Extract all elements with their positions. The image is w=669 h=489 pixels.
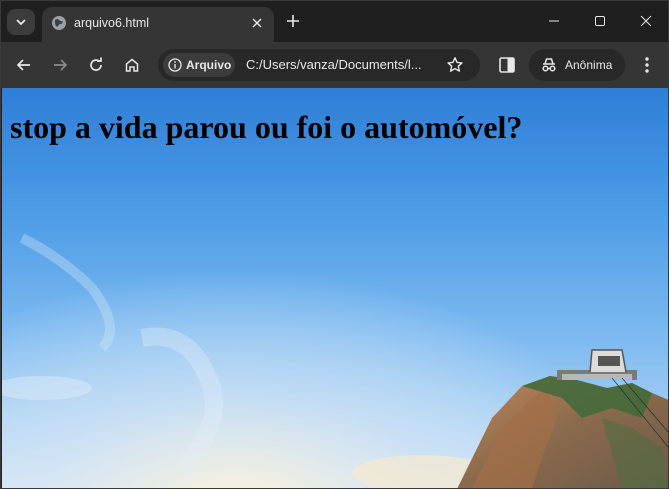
url-text[interactable]: C:/Users/vanza/Documents/l... (246, 57, 436, 72)
incognito-profile-button[interactable]: Anônima (529, 49, 625, 81)
tab-search-button[interactable] (7, 9, 35, 35)
window-close-icon (640, 15, 652, 27)
tab-strip: arquivo6.html (1, 1, 668, 42)
globe-icon (52, 16, 66, 30)
kebab-menu-icon[interactable] (637, 54, 657, 76)
star-icon[interactable] (446, 56, 464, 74)
minimize-icon (549, 20, 559, 22)
browser-window: arquivo6.html Arquivo C:/Users/vanza/Doc… (0, 0, 669, 489)
info-icon (168, 58, 182, 72)
plus-icon[interactable] (284, 12, 302, 30)
side-panel-icon[interactable] (496, 54, 518, 76)
window-close-button[interactable] (623, 1, 668, 41)
maximize-button[interactable] (577, 1, 623, 41)
incognito-icon (542, 58, 556, 72)
toolbar: Arquivo C:/Users/vanza/Documents/l... An… (1, 42, 668, 88)
minimize-button[interactable] (531, 1, 577, 41)
close-icon[interactable] (249, 15, 265, 31)
home-button[interactable] (121, 54, 143, 76)
security-chip[interactable]: Arquivo (163, 53, 235, 77)
background-photo (2, 88, 668, 488)
home-icon (125, 58, 139, 72)
page-heading: stop a vida parou ou foi o automóvel? (10, 109, 523, 145)
profile-label: Anônima (565, 58, 613, 72)
page-viewport: stop a vida parou ou foi o automóvel? (2, 88, 668, 488)
maximize-icon (595, 16, 605, 26)
back-button[interactable] (13, 54, 35, 76)
back-icon (16, 59, 30, 71)
reload-button[interactable] (85, 54, 107, 76)
reload-icon (90, 57, 102, 71)
address-bar[interactable]: Arquivo C:/Users/vanza/Documents/l... (158, 49, 480, 81)
tab-title: arquivo6.html (74, 16, 150, 30)
forward-icon (54, 59, 68, 71)
active-tab[interactable]: arquivo6.html (42, 7, 274, 42)
forward-button[interactable] (49, 54, 71, 76)
security-chip-label: Arquivo (186, 58, 232, 72)
tab-search-icon (16, 19, 26, 26)
